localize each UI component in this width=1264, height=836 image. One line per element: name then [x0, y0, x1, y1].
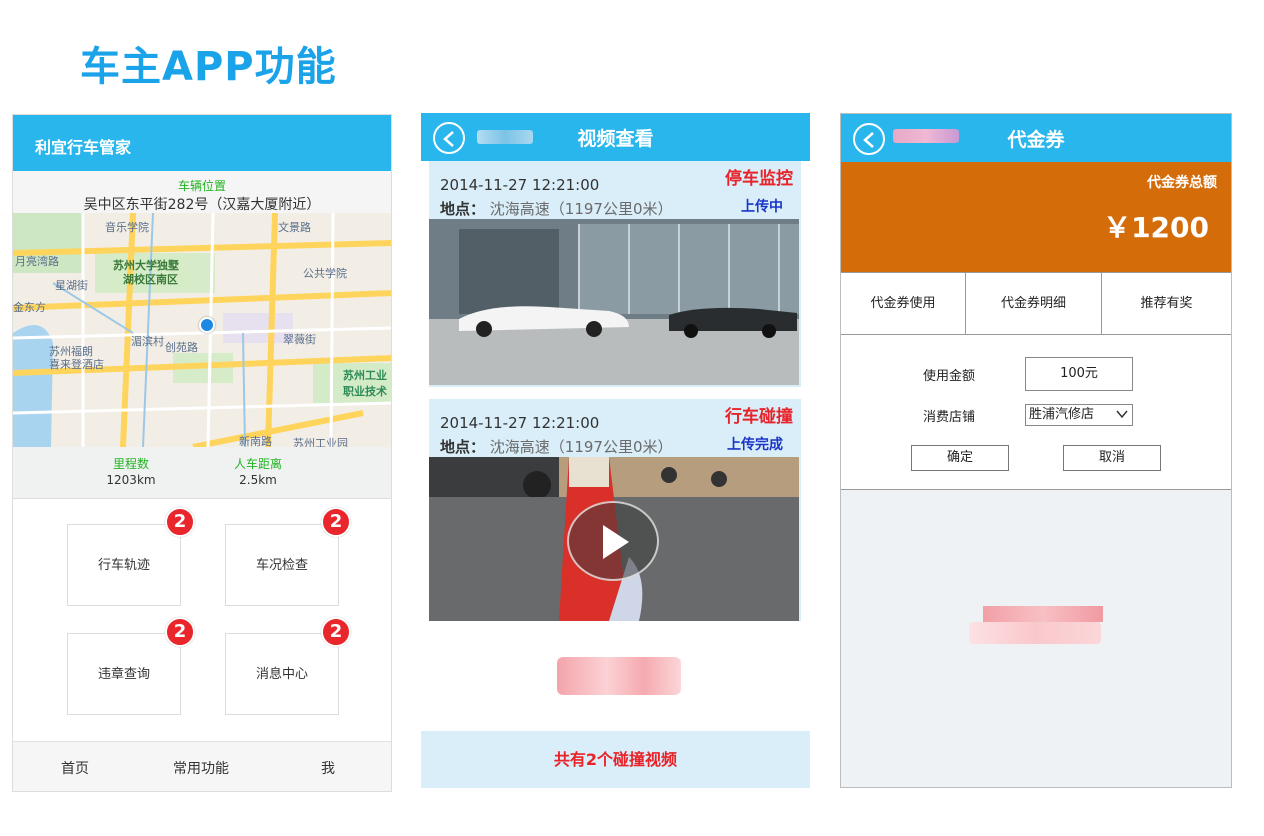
location-label: 车辆位置: [177, 179, 226, 193]
video-card[interactable]: 2014-11-27 12:21:00 地点： 沈海高速（1197公里0米） 行…: [429, 399, 801, 621]
tile-message-center[interactable]: 消息中心: [225, 633, 339, 715]
play-button[interactable]: [567, 501, 659, 581]
page-title: 视频查看: [577, 128, 654, 150]
app-header: 利宜行车管家: [13, 115, 391, 171]
tile-driving-track[interactable]: 行车轨迹: [67, 524, 181, 606]
tab-common-functions[interactable]: 常用功能: [173, 758, 229, 778]
tile-violation-query[interactable]: 违章查询: [67, 633, 181, 715]
shop-label: 消费店铺: [923, 410, 976, 425]
tile-label: 违章查询: [97, 667, 150, 682]
tile-label: 消息中心: [255, 667, 308, 682]
video-card[interactable]: 2014-11-27 12:21:00 地点： 沈海高速（1197公里0米） 停…: [429, 161, 801, 387]
amount-input[interactable]: 100元: [1025, 357, 1133, 391]
blurred-watermark: [969, 622, 1101, 644]
mileage-stat: 里程数 1203km: [86, 455, 176, 487]
voucher-screen: 代金券 代金券总额 ￥1200 代金券使用 代金券明细 推荐有奖 使用金额 10…: [840, 113, 1232, 788]
slide-title: 车主APP功能: [80, 44, 337, 90]
video-header: 视频查看: [421, 113, 810, 161]
tab-referral-reward[interactable]: 推荐有奖: [1102, 273, 1231, 334]
bottom-tab-bar: 首页 常用功能 我: [13, 741, 391, 791]
voucher-content-area: [841, 490, 1231, 787]
tile-car-check[interactable]: 车况检查: [225, 524, 339, 606]
map-label: 星湖街: [55, 279, 88, 292]
tab-voucher-use[interactable]: 代金券使用: [841, 273, 965, 334]
video-status: 停车监控: [725, 169, 793, 189]
map-label: 职业技术: [343, 385, 387, 398]
car-manager-home-screen: 利宜行车管家 车辆位置 吴中区东平街282号（汉嘉大厦附近） 音乐学院 文景路 …: [12, 114, 392, 792]
page-title: 代金券: [1007, 129, 1065, 151]
video-thumbnail[interactable]: [429, 219, 799, 385]
upload-status: 上传完成: [727, 437, 783, 453]
map-label: 月亮湾路: [15, 255, 59, 268]
place-value: 沈海高速（1197公里0米）: [489, 438, 673, 456]
notification-badge: 2: [321, 617, 351, 647]
map-label: 苏州工业园: [293, 437, 348, 447]
map-label: 翠薇街: [283, 333, 316, 346]
vehicle-location-bar: 车辆位置 吴中区东平街282号（汉嘉大厦附近）: [13, 171, 391, 213]
map-label: 苏州工业: [343, 369, 387, 382]
distance-label: 人车距离: [233, 457, 282, 471]
voucher-header: 代金券: [841, 114, 1231, 162]
location-address: 吴中区东平街282号（汉嘉大厦附近）: [83, 197, 321, 213]
voucher-use-form: 使用金额 100元 消费店铺 胜浦汽修店 确定 取消: [841, 335, 1231, 490]
map-label: 音乐学院: [105, 221, 149, 234]
notification-badge: 2: [165, 507, 195, 537]
blurred-watermark: [557, 657, 681, 695]
video-time: 2014-11-27 12:21:00: [440, 414, 600, 432]
mileage-label: 里程数: [112, 457, 149, 471]
map-label: 金东方: [13, 301, 46, 314]
vehicle-map[interactable]: 音乐学院 文景路 苏州大学独墅 湖校区南区 月亮湾路 公共学院 金东方 苏州福朗…: [13, 213, 391, 447]
mileage-value: 1203km: [106, 473, 156, 487]
collision-video-count: 共有2个碰撞视频: [421, 731, 810, 788]
video-place: 地点： 沈海高速（1197公里0米）: [440, 198, 673, 219]
tile-label: 车况检查: [255, 558, 308, 573]
tab-home[interactable]: 首页: [61, 758, 89, 778]
tab-me[interactable]: 我: [321, 758, 335, 778]
tile-label: 行车轨迹: [97, 558, 150, 573]
cancel-button[interactable]: 取消: [1063, 445, 1161, 471]
shop-select-value: 胜浦汽修店: [1029, 407, 1095, 422]
voucher-tabs: 代金券使用 代金券明细 推荐有奖: [841, 272, 1231, 335]
stats-bar: 里程数 1203km 人车距离 2.5km: [13, 447, 391, 499]
blurred-watermark: [983, 606, 1103, 622]
video-place: 地点： 沈海高速（1197公里0米）: [440, 436, 673, 457]
upload-status: 上传中: [741, 199, 783, 215]
feature-grid: 行车轨迹 2 车况检查 2 违章查询 2 消息中心 2: [13, 499, 391, 741]
parking-scene-image: [429, 219, 799, 385]
distance-stat: 人车距离 2.5km: [213, 455, 303, 487]
map-label: 公共学院: [303, 267, 347, 280]
map-label: 湄滨村: [131, 335, 164, 348]
voucher-total-panel: 代金券总额 ￥1200: [841, 162, 1231, 272]
place-label: 地点：: [440, 200, 486, 218]
notification-badge: 2: [165, 617, 195, 647]
chevron-down-icon: [1116, 410, 1128, 419]
voucher-total-label: 代金券总额: [1147, 175, 1217, 191]
video-thumbnail[interactable]: [429, 457, 799, 621]
shop-select[interactable]: 胜浦汽修店: [1025, 404, 1133, 426]
video-view-screen: 视频查看 2014-11-27 12:21:00 地点： 沈海高速（1197公里…: [421, 113, 810, 789]
vehicle-position-marker[interactable]: [199, 317, 215, 333]
video-time: 2014-11-27 12:21:00: [440, 176, 600, 194]
map-label: 文景路: [278, 221, 311, 234]
tab-voucher-detail[interactable]: 代金券明细: [965, 273, 1102, 334]
voucher-total-value: ￥1200: [1103, 211, 1209, 244]
place-value: 沈海高速（1197公里0米）: [489, 200, 673, 218]
distance-value: 2.5km: [239, 473, 277, 487]
map-label: 新南路: [239, 435, 272, 447]
play-icon: [603, 525, 629, 559]
map-label: 喜来登酒店: [49, 358, 104, 371]
map-label: 湖校区南区: [123, 273, 178, 286]
amount-label: 使用金额: [923, 369, 976, 384]
confirm-button[interactable]: 确定: [911, 445, 1009, 471]
map-label: 创苑路: [165, 341, 198, 354]
place-label: 地点：: [440, 438, 486, 456]
notification-badge: 2: [321, 507, 351, 537]
video-status: 行车碰撞: [725, 407, 793, 427]
